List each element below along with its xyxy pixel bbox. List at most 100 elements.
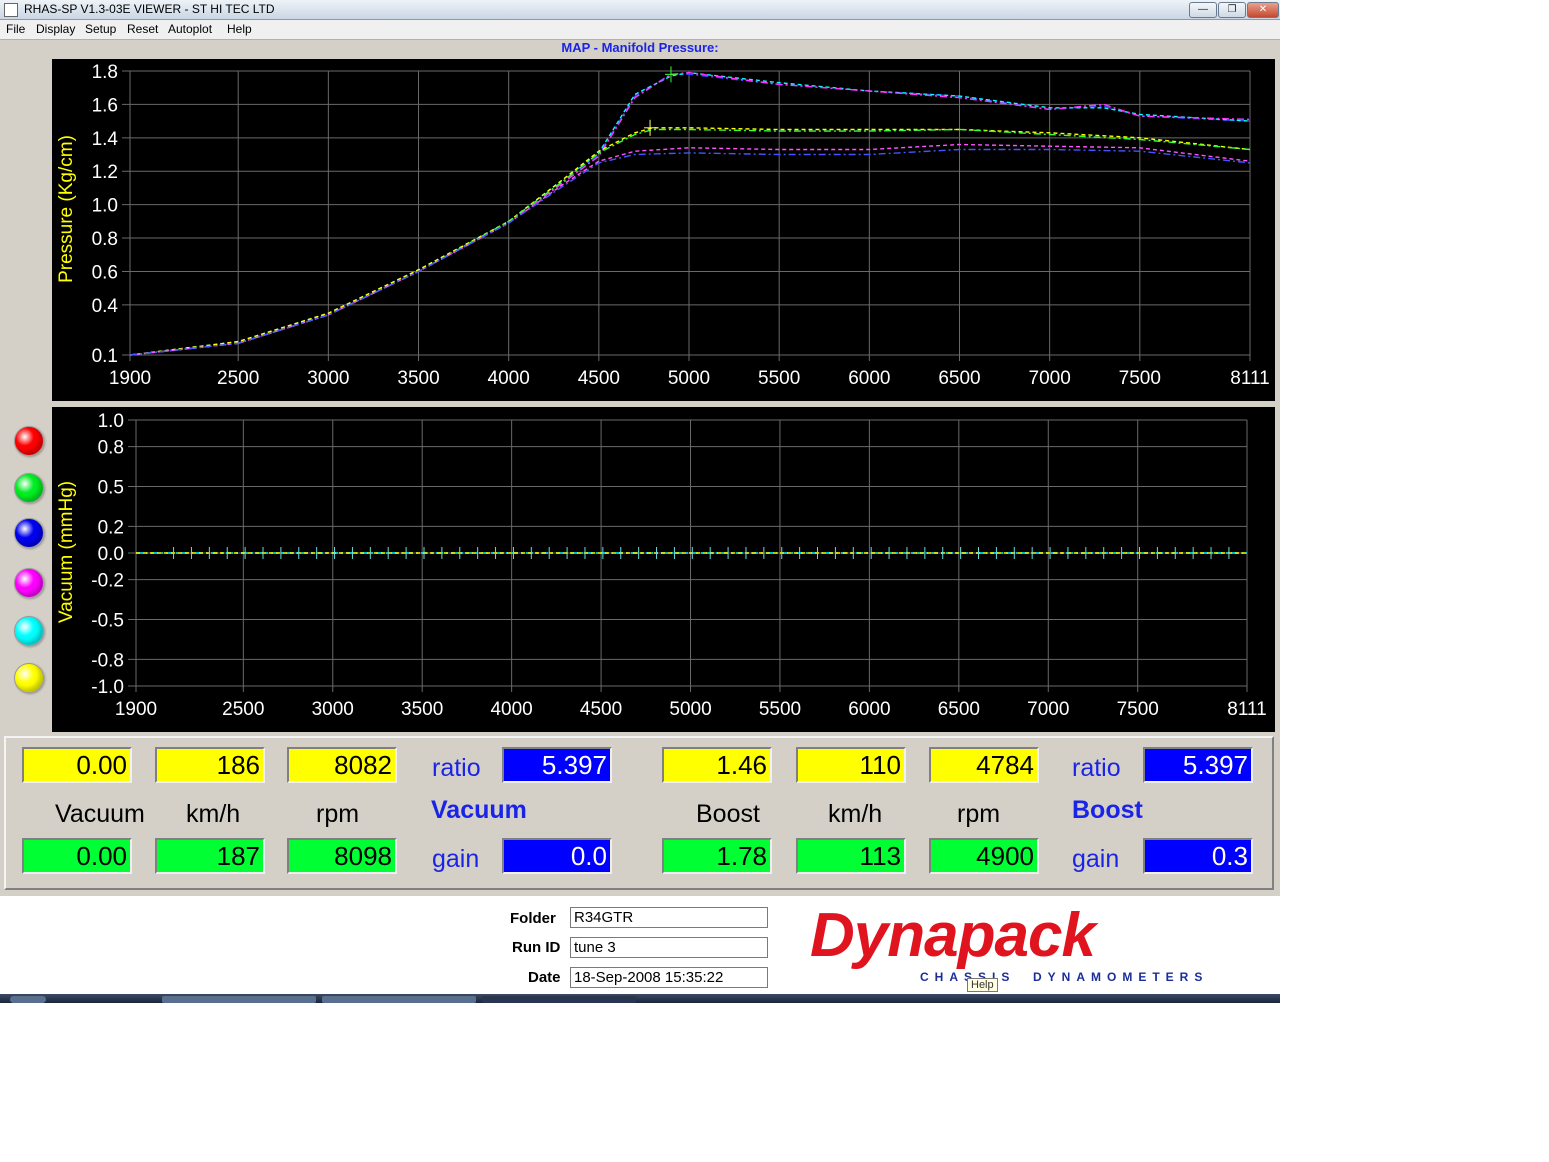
vacuum-ratio-value[interactable]: 5.397 bbox=[502, 747, 612, 783]
vacuum-rpm-label: rpm bbox=[316, 800, 360, 828]
x-tick-label: 4500 bbox=[578, 368, 620, 389]
series-color-toggle[interactable] bbox=[14, 473, 44, 503]
boost-label: Boost bbox=[696, 800, 760, 828]
series-line bbox=[129, 71, 1251, 356]
series-color-toggle[interactable] bbox=[14, 616, 44, 646]
menu-display[interactable]: Display bbox=[36, 22, 75, 36]
series-line bbox=[129, 148, 1251, 356]
x-tick-label: 1900 bbox=[115, 699, 157, 720]
y-tick-label: 1.0 bbox=[98, 411, 124, 432]
boost-rpm-label: rpm bbox=[957, 800, 1001, 828]
y-tick-label: 0.0 bbox=[98, 544, 124, 565]
y-tick-label: 0.5 bbox=[98, 478, 124, 499]
boost-ratio-label: ratio bbox=[1072, 754, 1121, 782]
vacuum-kmh-value: 186 bbox=[155, 747, 265, 783]
boost-section-title: Boost bbox=[1072, 796, 1143, 824]
taskbar bbox=[0, 994, 1280, 1003]
x-tick-label: 6500 bbox=[938, 368, 980, 389]
boost-ratio-value[interactable]: 5.397 bbox=[1143, 747, 1253, 783]
series-color-toggle[interactable] bbox=[14, 663, 44, 693]
date-label: Date bbox=[528, 969, 561, 986]
boost-kmh-value: 110 bbox=[796, 747, 906, 783]
close-button[interactable]: ✕ bbox=[1247, 2, 1279, 18]
y-tick-label: 0.4 bbox=[92, 296, 119, 317]
x-tick-label: 6500 bbox=[938, 699, 980, 720]
menu-reset[interactable]: Reset bbox=[127, 22, 158, 36]
y-axis-label: Vacuum (mmHg) bbox=[56, 481, 77, 623]
y-tick-label: 0.8 bbox=[98, 438, 124, 459]
x-tick-label: 2500 bbox=[222, 699, 264, 720]
window-title: RHAS-SP V1.3-03E VIEWER - ST HI TEC LTD bbox=[24, 2, 275, 16]
y-tick-label: 1.8 bbox=[92, 62, 118, 83]
vacuum-label: Vacuum bbox=[55, 800, 145, 828]
menu-bar: File Display Setup Reset Autoplot Help bbox=[0, 20, 1280, 40]
x-tick-label: 6000 bbox=[848, 699, 890, 720]
taskbar-item[interactable] bbox=[162, 996, 316, 1003]
run-id-label: Run ID bbox=[512, 939, 561, 956]
vacuum-ratio-label: ratio bbox=[432, 754, 481, 782]
x-tick-label: 1900 bbox=[109, 368, 151, 389]
x-tick-label: 5500 bbox=[759, 699, 801, 720]
vacuum-chart[interactable]: 1900 2500 3000 3500 4000 4500 5000 5500 6000 6500… bbox=[52, 407, 1275, 732]
vacuum-gain-label: gain bbox=[432, 845, 480, 873]
y-tick-label: 0.6 bbox=[92, 262, 118, 283]
x-tick-label: 7000 bbox=[1027, 699, 1069, 720]
taskbar-item[interactable] bbox=[482, 996, 636, 1003]
boost-gain-label: gain bbox=[1072, 845, 1120, 873]
run-info-area: Folder R34GTR Run ID tune 3 Date 18-Sep-… bbox=[0, 896, 1280, 994]
boost-value: 1.46 bbox=[662, 747, 772, 783]
pressure-chart[interactable]: 1900 2500 3000 3500 4000 4500 5000 5500 6000 6500… bbox=[52, 59, 1275, 401]
folder-label: Folder bbox=[510, 910, 556, 927]
chart-title: MAP - Manifold Pressure: bbox=[561, 40, 719, 55]
boost-kmh-label: km/h bbox=[828, 800, 883, 828]
x-tick-label: 4500 bbox=[580, 699, 622, 720]
x-tick-label: 3500 bbox=[401, 699, 443, 720]
vacuum-peak-value: 0.00 bbox=[22, 838, 132, 874]
series-color-toggle[interactable] bbox=[14, 518, 44, 548]
boost-rpm-value: 4784 bbox=[929, 747, 1039, 783]
y-axis-label: Pressure (Kg/cm) bbox=[56, 135, 77, 283]
series-line bbox=[129, 128, 1251, 356]
x-tick-label: 3500 bbox=[397, 368, 439, 389]
y-tick-label: 1.2 bbox=[92, 162, 118, 183]
y-tick-label: -0.2 bbox=[91, 571, 124, 592]
menu-setup[interactable]: Setup bbox=[85, 22, 116, 36]
menu-file[interactable]: File bbox=[6, 22, 25, 36]
x-tick-label: 3000 bbox=[307, 368, 349, 389]
title-bar: RHAS-SP V1.3-03E VIEWER - ST HI TEC LTD … bbox=[0, 0, 1280, 20]
x-tick-label: 6000 bbox=[848, 368, 890, 389]
vacuum-gain-value[interactable]: 0.0 bbox=[502, 838, 612, 874]
folder-field[interactable]: R34GTR bbox=[570, 907, 768, 928]
y-tick-label: 0.1 bbox=[92, 346, 118, 367]
boost-peak-rpm-value: 4900 bbox=[929, 838, 1039, 874]
boost-gain-value[interactable]: 0.3 bbox=[1143, 838, 1253, 874]
minimize-button[interactable]: — bbox=[1189, 2, 1217, 18]
start-button[interactable] bbox=[10, 996, 46, 1003]
x-tick-label: 7500 bbox=[1119, 368, 1161, 389]
logo-tagline-right: DYNAMOMETERS bbox=[1033, 970, 1209, 984]
help-tooltip: Help bbox=[967, 978, 998, 992]
series-line bbox=[129, 73, 1251, 356]
readout-panel: 0.00 186 8082 ratio 5.397 Vacuum km/h rp… bbox=[4, 736, 1274, 890]
taskbar-item[interactable] bbox=[322, 996, 476, 1003]
app-window: RHAS-SP V1.3-03E VIEWER - ST HI TEC LTD … bbox=[0, 0, 1280, 1003]
series-color-toggle[interactable] bbox=[14, 568, 44, 598]
menu-autoplot[interactable]: Autoplot bbox=[168, 22, 212, 36]
x-tick-label: 8111 bbox=[1230, 368, 1269, 389]
series-color-toggle[interactable] bbox=[14, 426, 44, 456]
x-tick-label: 5000 bbox=[669, 699, 711, 720]
series-line bbox=[129, 71, 1251, 356]
maximize-button[interactable]: ❐ bbox=[1218, 2, 1246, 18]
menu-help[interactable]: Help bbox=[227, 22, 252, 36]
boost-peak-value: 1.78 bbox=[662, 838, 772, 874]
x-tick-label: 4000 bbox=[490, 699, 532, 720]
vacuum-peak-kmh-value: 187 bbox=[155, 838, 265, 874]
pressure-plot-svg: 1900 2500 3000 3500 4000 4500 5000 5500 6000 6500… bbox=[56, 62, 1270, 389]
vacuum-value: 0.00 bbox=[22, 747, 132, 783]
x-tick-label: 7000 bbox=[1029, 368, 1071, 389]
vacuum-rpm-value: 8082 bbox=[287, 747, 397, 783]
x-tick-label: 8111 bbox=[1227, 699, 1266, 720]
date-field[interactable]: 18-Sep-2008 15:35:22 bbox=[570, 967, 768, 988]
run-id-field[interactable]: tune 3 bbox=[570, 937, 768, 958]
app-icon bbox=[4, 3, 18, 17]
